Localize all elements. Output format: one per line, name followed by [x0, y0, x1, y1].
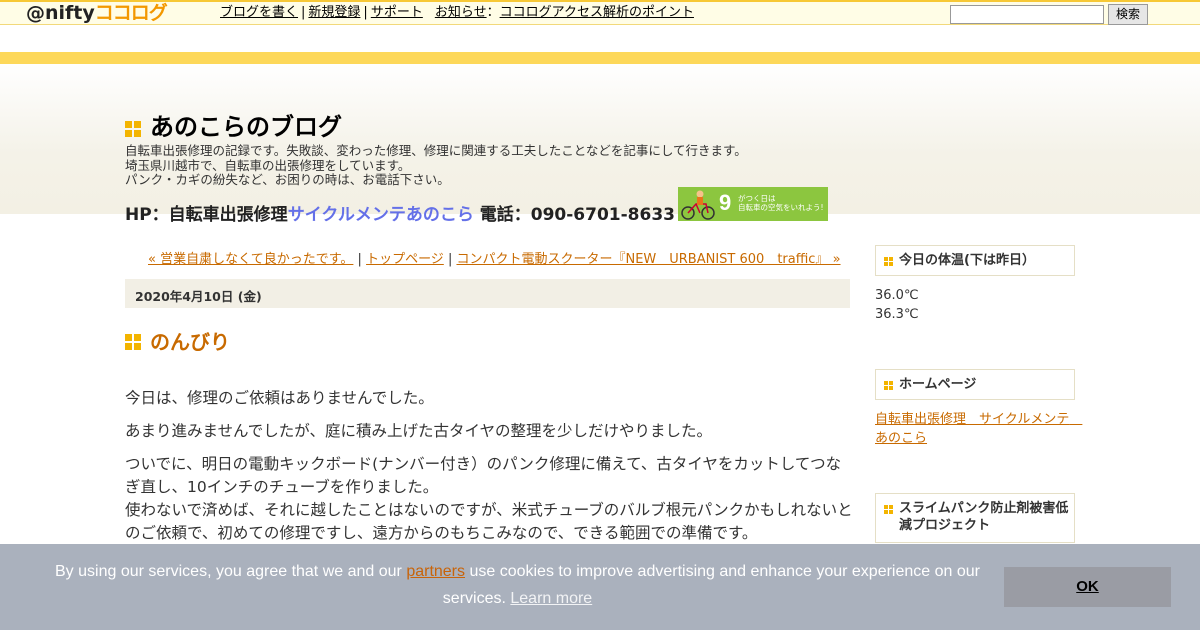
date-header: 2020年4月10日 (金) [125, 279, 850, 308]
sidebar-squares-icon [884, 381, 893, 390]
logo-nifty-text: @nifty [26, 2, 95, 24]
post-paragraph: 今日は、修理のご依頼はありませんでした。 [125, 389, 434, 407]
next-entry-link[interactable]: コンパクト電動スクーター『NEW URBANIST 600 traffic』 » [456, 252, 840, 267]
air-day-banner[interactable]: 9 がつく日は 自転車の空気をいれよう! [678, 187, 828, 221]
temperature-today: 36.0℃ [875, 288, 919, 303]
sidebar-heading-homepage: ホームページ [875, 369, 1075, 400]
homepage-phone-line: HP：自転車出張修理サイクルメンテあのこら 電話：090-6701-8633 [125, 204, 675, 226]
homepage-link-block: 自転車出張修理 サイクルメンテ あのこら [875, 410, 1082, 448]
banner-text: がつく日は 自転車の空気をいれよう! [738, 194, 824, 212]
nav-separator: | [301, 5, 306, 20]
sidebar-heading-slime-project: スライムパンク防止剤被害低減プロジェクト [875, 493, 1075, 543]
header-accent-stripe [0, 52, 1200, 64]
cookie-message: By using our services, you agree that we… [55, 563, 980, 607]
nav-write-blog-link[interactable]: ブログを書く [220, 5, 298, 20]
news-item-link[interactable]: ココログアクセス解析のポイント [500, 5, 694, 20]
title-squares-icon [125, 121, 141, 137]
entry-pager: « 営業自粛しなくて良かったです。 | トップページ | コンパクト電動スクータ… [148, 251, 841, 268]
post-paragraph: ついでに、明日の電動キックボード(ナンバー付き）のパンク修理に備えて、古タイヤを… [125, 453, 855, 545]
top-nav: ブログを書く | 新規登録 | サポート お知らせ：ココログアクセス解析のポイント [220, 4, 694, 21]
description-line: 自転車出張修理の記録です。失敗談、変わった修理、修理に関連する工夫したことなどを… [125, 143, 747, 158]
nav-register-link[interactable]: 新規登録 [308, 5, 360, 20]
top-page-link[interactable]: トップページ [366, 252, 444, 267]
nifty-cocolog-logo[interactable]: @niftyココログ [26, 2, 168, 24]
description-line: パンク・カギの紛失など、お困りの時は、お電話下さい。 [125, 172, 450, 187]
banner-number: 9 [719, 190, 732, 215]
learn-more-link[interactable]: Learn more [510, 590, 592, 607]
hp-cyclemainte-link[interactable]: サイクルメンテあのこら [288, 205, 474, 225]
sidebar-heading-temperature: 今日の体温(下は昨日） [875, 245, 1075, 276]
logo-cocolog-text: ココログ [94, 2, 168, 24]
sidebar-homepage-link[interactable]: 自転車出張修理 サイクルメンテ あのこら [875, 412, 1082, 446]
blog-description: 自転車出張修理の記録です。失敗談、変わった修理、修理に関連する工夫したことなどを… [125, 143, 747, 188]
news-colon: ： [486, 5, 500, 20]
post-paragraph: あまり進みませんでしたが、庭に積み上げた古タイヤの整理を少しだけやりました。 [125, 422, 712, 440]
sidebar-heading-text: ホームページ [899, 377, 977, 392]
sidebar-heading-text: 今日の体温(下は昨日） [899, 253, 1035, 268]
blog-title-link[interactable]: あのこらのブログ [150, 112, 342, 142]
partners-link[interactable]: partners [406, 563, 465, 580]
nav-separator: | [363, 5, 368, 20]
cookie-consent-banner: By using our services, you agree that we… [0, 544, 1200, 630]
temperature-yesterday: 36.3℃ [875, 307, 919, 322]
top-bar: @niftyココログ ブログを書く | 新規登録 | サポート お知らせ：ココログアクセス… [0, 0, 1200, 25]
sidebar-heading-text: スライムパンク防止剤被害低減プロジェクト [899, 501, 1069, 533]
phone-number: 電話：090-6701-8633 [473, 205, 675, 225]
temperature-list: 36.0℃ 36.3℃ [875, 286, 919, 324]
sidebar-squares-icon [884, 505, 893, 514]
news-label-link[interactable]: お知らせ [435, 5, 487, 20]
sidebar-squares-icon [884, 257, 893, 266]
post-title-squares-icon [125, 334, 141, 350]
post-title-link[interactable]: のんびり [150, 330, 230, 355]
description-line: 埼玉県川越市で、自転車の出張修理をしています。 [125, 157, 411, 173]
search-button[interactable]: 検索 [1108, 4, 1148, 25]
entry-date: 2020年4月10日 (金) [135, 289, 262, 304]
cookie-ok-button[interactable]: OK [1004, 567, 1171, 607]
search-input[interactable] [950, 5, 1104, 24]
pager-separator: | [443, 252, 457, 267]
hp-prefix: HP：自転車出張修理 [125, 205, 288, 225]
bicycle-rider-icon [681, 190, 715, 220]
post-text-line: ついでに、明日の電動キックボード(ナンバー付き）のパンク修理に備えて、古タイヤを… [125, 455, 842, 496]
nav-support-link[interactable]: サポート [371, 5, 423, 20]
post-text-line: 使わないで済めば、それに越したことはないのですが、米式チューブのバルブ根元パンク… [125, 501, 853, 542]
prev-entry-link[interactable]: « 営業自粛しなくて良かったです。 [148, 252, 353, 267]
pager-separator: | [353, 252, 367, 267]
